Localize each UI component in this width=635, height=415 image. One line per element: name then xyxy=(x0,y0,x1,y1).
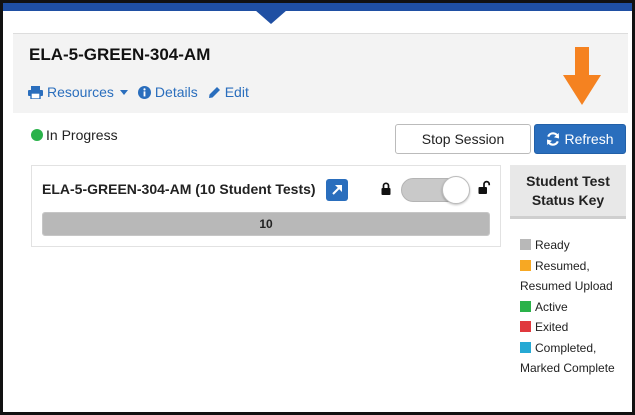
print-icon xyxy=(28,85,43,99)
session-actions: Resources Details Edit xyxy=(28,84,259,100)
status-key-label: Exited xyxy=(535,320,569,334)
edit-label: Edit xyxy=(224,84,249,100)
status-label: In Progress xyxy=(46,127,118,143)
status-color-swatch xyxy=(520,321,531,332)
session-status: In Progress xyxy=(31,127,118,143)
refresh-icon xyxy=(547,132,560,146)
status-key-label: Ready xyxy=(535,238,570,252)
top-bar-notch xyxy=(255,10,287,24)
stop-session-button[interactable]: Stop Session xyxy=(395,124,531,154)
details-link[interactable]: Details xyxy=(137,84,198,100)
lock-closed-icon xyxy=(381,182,391,195)
status-key-panel: Student Test Status Key Ready Resumed, Re… xyxy=(510,165,626,412)
status-color-swatch xyxy=(520,239,531,250)
edit-link[interactable]: Edit xyxy=(208,84,249,100)
top-bar xyxy=(3,3,632,11)
status-key-item: Ready xyxy=(520,235,626,256)
status-color-swatch xyxy=(520,341,531,353)
status-key-title: Student Test Status Key xyxy=(510,165,626,219)
lock-open-icon xyxy=(478,180,491,194)
test-progress-bar: 10 xyxy=(42,212,490,236)
details-label: Details xyxy=(154,84,198,100)
refresh-button[interactable]: Refresh xyxy=(534,124,626,154)
status-key-item: Completed, Marked Complete xyxy=(520,338,626,379)
status-key-label: Completed, Marked Complete xyxy=(520,340,615,376)
external-link-icon xyxy=(332,185,342,195)
window-frame: ELA-5-GREEN-304-AM Resources Details Edi… xyxy=(0,0,635,415)
status-key-item: Active xyxy=(520,297,626,318)
chevron-down-icon xyxy=(119,89,128,95)
progress-label: 10 xyxy=(259,217,273,231)
annotation-arrow-down-icon xyxy=(563,47,601,105)
refresh-label: Refresh xyxy=(564,131,614,147)
test-group-card: ELA-5-GREEN-304-AM (10 Student Tests) 10 xyxy=(31,165,501,247)
status-key-list: Ready Resumed, Resumed Upload Active Exited… xyxy=(520,235,626,379)
status-key-label: Active xyxy=(535,299,568,314)
open-test-button[interactable] xyxy=(326,179,348,201)
session-title: ELA-5-GREEN-304-AM xyxy=(29,45,211,64)
lock-toggle[interactable] xyxy=(401,176,470,204)
test-group-title: ELA-5-GREEN-304-AM (10 Student Tests) xyxy=(42,181,316,197)
status-key-item: Resumed, Resumed Upload xyxy=(520,256,626,297)
info-icon xyxy=(137,85,151,99)
status-color-swatch xyxy=(520,259,531,271)
status-dot-icon xyxy=(31,129,43,141)
session-header-panel: ELA-5-GREEN-304-AM Resources Details Edi… xyxy=(13,33,628,113)
resources-menu[interactable]: Resources xyxy=(28,84,128,100)
resources-label: Resources xyxy=(47,84,114,100)
status-key-label: Resumed, Resumed Upload xyxy=(520,258,613,294)
status-key-item: Exited xyxy=(520,317,626,338)
pencil-icon xyxy=(208,86,220,98)
toggle-knob[interactable] xyxy=(442,176,470,204)
status-color-swatch xyxy=(520,300,531,312)
